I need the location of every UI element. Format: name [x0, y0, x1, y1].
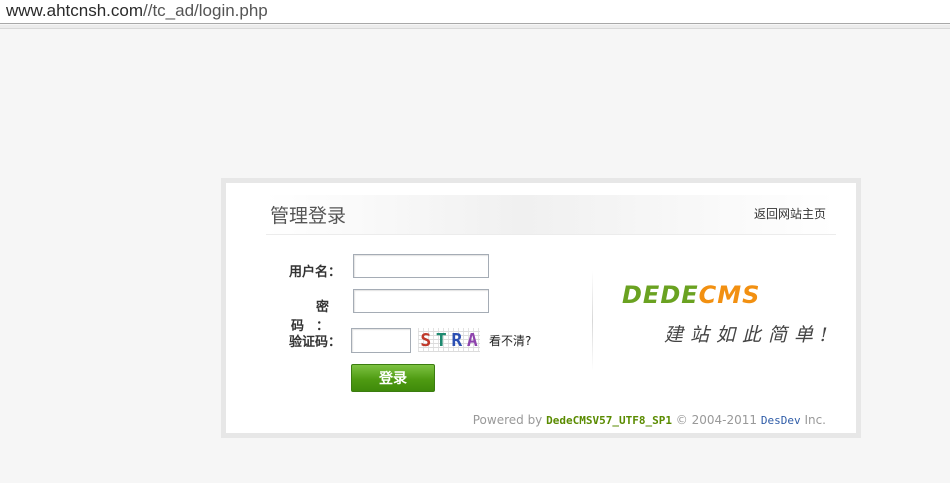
captcha-char: T [435, 329, 447, 351]
url-host: www.ahtcnsh.com [6, 1, 143, 20]
vertical-divider [592, 271, 593, 371]
captcha-char: A [466, 329, 478, 351]
login-panel: 管理登录 返回网站主页 用户名： 密 码： 验证码： S T R A 看不清? … [226, 183, 856, 433]
login-button[interactable]: 登录 [351, 364, 435, 392]
captcha-char: S [420, 329, 432, 351]
toolbar-separator [0, 25, 950, 29]
browser-address-bar[interactable]: www.ahtcnsh.com//tc_ad/login.php [0, 0, 950, 24]
captcha-label: 验证码： [288, 335, 341, 350]
dedecms-logo: DEDECMS [622, 281, 760, 309]
logo-cms-text: CMS [698, 281, 761, 309]
captcha-image[interactable]: S T R A [418, 328, 480, 352]
url-text[interactable]: www.ahtcnsh.com//tc_ad/login.php [6, 1, 268, 21]
page-title: 管理登录 [270, 205, 347, 227]
username-label: 用户名： [288, 265, 341, 280]
captcha-input[interactable] [351, 328, 411, 353]
login-panel-frame: 管理登录 返回网站主页 用户名： 密 码： 验证码： S T R A 看不清? … [221, 178, 861, 438]
url-path: //tc_ad/login.php [143, 1, 268, 20]
header-band [266, 195, 836, 235]
back-to-home-link[interactable]: 返回网站主页 [754, 205, 826, 222]
product-version: DedeCMSV57_UTF8_SP1 [546, 414, 672, 427]
username-input[interactable] [353, 254, 489, 278]
inc-text: Inc. [804, 413, 826, 427]
company-name: DesDev [760, 414, 801, 427]
slogan-text: 建站如此简单! [664, 324, 835, 346]
powered-by-text: Powered by [472, 413, 543, 427]
password-label: 密 码： [290, 300, 341, 334]
footer: Powered by DedeCMSV57_UTF8_SP1 © 2004-20… [473, 413, 826, 427]
logo-dede-text: DEDE [622, 281, 699, 309]
copyright-text: © 2004-2011 [675, 413, 758, 427]
captcha-refresh-link[interactable]: 看不清? [489, 332, 531, 349]
captcha-char: R [451, 329, 463, 351]
password-input[interactable] [353, 289, 489, 313]
